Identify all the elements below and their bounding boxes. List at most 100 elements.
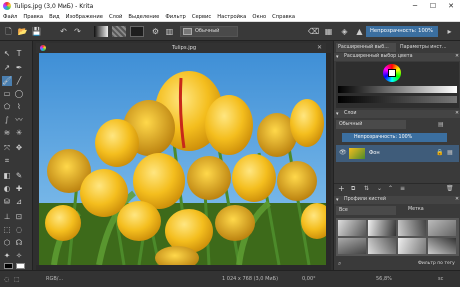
brush-preset[interactable]	[398, 238, 426, 254]
layer-up-icon[interactable]: ⌃	[388, 184, 393, 194]
wrap-icon[interactable]: ◈	[339, 26, 350, 37]
close-button[interactable]: ✕	[442, 0, 460, 12]
move-layer-icon[interactable]: ⇅	[364, 184, 369, 194]
layer-filter-icon[interactable]: ▤	[438, 121, 444, 128]
blend-mode-select[interactable]: Обычный	[180, 26, 238, 37]
foreground-color-swatch[interactable]	[4, 263, 13, 269]
mirror-icon[interactable]: ▲	[354, 26, 365, 37]
menu-help[interactable]: Справка	[272, 14, 295, 20]
bezier-tool-icon[interactable]: ∫	[2, 115, 12, 125]
menu-layer[interactable]: Слой	[109, 14, 122, 20]
menu-file[interactable]: Файл	[3, 14, 17, 20]
freehand-select-icon[interactable]: ☊	[14, 238, 24, 248]
menu-select[interactable]: Выделение	[128, 14, 159, 20]
color-triangle[interactable]	[388, 69, 396, 77]
menu-filter[interactable]: Фильтр	[165, 14, 186, 20]
layer-down-icon[interactable]: ⌄	[377, 184, 382, 194]
layer-opacity-slider[interactable]: Непрозрачность: 100%	[342, 133, 447, 142]
polygon-select-icon[interactable]: ⬡	[2, 238, 12, 248]
crop-tool-icon[interactable]: ⌗	[2, 156, 12, 166]
freehand-path-icon[interactable]: 〰	[14, 115, 24, 125]
new-document-icon[interactable]: 🗋	[3, 26, 14, 37]
brush-preset[interactable]	[338, 238, 366, 254]
layer-blend-select[interactable]: Обычный	[336, 120, 406, 129]
menu-image[interactable]: Изображение	[66, 14, 103, 20]
pattern-swatch[interactable]	[112, 26, 126, 37]
save-icon[interactable]: 💾	[31, 26, 42, 37]
layer-properties-icon[interactable]: ≡	[400, 184, 405, 194]
preserve-alpha-icon[interactable]: ▦	[323, 26, 334, 37]
brush-presets-grid[interactable]	[336, 218, 459, 256]
reference-tool-icon[interactable]: ⊡	[14, 212, 24, 222]
value-slider[interactable]	[338, 86, 457, 93]
minimize-button[interactable]: ─	[406, 0, 424, 12]
brush-filter-label[interactable]: Фильтр по тегу	[418, 261, 455, 266]
eraser-icon[interactable]: ⌫	[308, 26, 319, 37]
panel-close-icon[interactable]: ✕	[455, 110, 459, 118]
freehand-brush-icon[interactable]: 🖌	[2, 76, 12, 86]
rect-select-icon[interactable]: ⬚	[2, 225, 12, 235]
undo-icon[interactable]: ↶	[58, 26, 69, 37]
menu-settings[interactable]: Настройка	[217, 14, 246, 20]
measure-tool-icon[interactable]: ⊥	[2, 212, 12, 222]
brush-search-icon[interactable]: ⌕	[338, 260, 341, 268]
collapse-icon[interactable]: ▾	[336, 110, 339, 118]
collapse-icon[interactable]: ▾	[336, 196, 339, 204]
background-color-swatch[interactable]	[16, 263, 25, 269]
opacity-slider[interactable]: Непрозрачность: 100%	[366, 26, 438, 37]
duplicate-layer-icon[interactable]: ⧉	[351, 184, 355, 194]
ellipse-select-icon[interactable]: ◌	[14, 225, 24, 235]
fill-tool-icon[interactable]: ⛁	[2, 197, 12, 207]
polyline-tool-icon[interactable]: ⌇	[14, 102, 24, 112]
saturation-slider[interactable]	[338, 96, 457, 103]
assistant-tool-icon[interactable]: ⊿	[14, 197, 24, 207]
smart-patch-icon[interactable]: ✚	[14, 184, 24, 194]
delete-layer-icon[interactable]: 🗑	[446, 184, 454, 194]
line-tool-icon[interactable]: ╱	[14, 76, 24, 86]
menu-window[interactable]: Окно	[252, 14, 266, 20]
brush-tag-select[interactable]: Все	[336, 206, 396, 215]
gradient-tool-icon[interactable]: ◧	[2, 171, 12, 181]
text-tool-icon[interactable]: T	[14, 49, 24, 59]
move-tool-icon[interactable]: ✥	[14, 143, 24, 153]
tab-advanced-color[interactable]: Расширенный выб...	[336, 43, 396, 52]
brush-preset-swatch[interactable]	[130, 26, 144, 37]
alpha-lock-icon[interactable]: ▦	[447, 149, 453, 156]
contiguous-select-icon[interactable]: ✦	[2, 251, 12, 261]
lock-icon[interactable]: 🔒	[436, 149, 443, 156]
collapse-icon[interactable]: ▾	[336, 53, 339, 61]
brush-settings-icon[interactable]: ⚙	[150, 26, 161, 37]
colorize-mask-icon[interactable]: ◐	[2, 184, 12, 194]
ellipse-tool-icon[interactable]: ◯	[14, 89, 24, 99]
transform-tool-icon[interactable]: ⤧	[2, 143, 12, 153]
menu-edit[interactable]: Правка	[23, 14, 43, 20]
brush-preset[interactable]	[338, 220, 366, 236]
gradient-swatch[interactable]	[94, 26, 108, 37]
brush-preset[interactable]	[428, 238, 456, 254]
color-selector[interactable]	[336, 62, 459, 108]
close-document-icon[interactable]: ✕	[317, 43, 322, 53]
edit-shapes-icon[interactable]: ↗	[2, 63, 12, 73]
brush-preset[interactable]	[368, 238, 396, 254]
brush-preset[interactable]	[428, 220, 456, 236]
canvas[interactable]	[39, 53, 326, 265]
brush-preset[interactable]	[398, 220, 426, 236]
menu-view[interactable]: Вид	[49, 14, 60, 20]
select-shapes-icon[interactable]: ↖	[2, 49, 12, 59]
add-layer-icon[interactable]: +	[338, 184, 345, 194]
visibility-icon[interactable]: 👁	[339, 149, 347, 156]
brush-tag-button[interactable]: Метка	[408, 207, 424, 212]
menu-tools[interactable]: Сервис	[192, 14, 211, 20]
tab-tool-options[interactable]: Параметры инст...	[398, 43, 460, 52]
open-document-icon[interactable]: 📂	[17, 26, 28, 37]
paint-icon[interactable]: ▥	[164, 26, 175, 37]
redo-icon[interactable]: ↷	[72, 26, 83, 37]
maximize-button[interactable]: ☐	[424, 0, 442, 12]
multibrush-icon[interactable]: ✳	[14, 128, 24, 138]
toolbar-more-icon[interactable]: ▸	[444, 26, 455, 37]
document-tab[interactable]: Tulips.jpg ✕	[36, 43, 326, 53]
panel-close-icon[interactable]: ✕	[455, 53, 459, 61]
layer-row[interactable]: 👁 Фон 🔒 ▦	[336, 145, 459, 162]
color-picker-icon[interactable]: ✎	[14, 171, 24, 181]
brush-preset[interactable]	[368, 220, 396, 236]
